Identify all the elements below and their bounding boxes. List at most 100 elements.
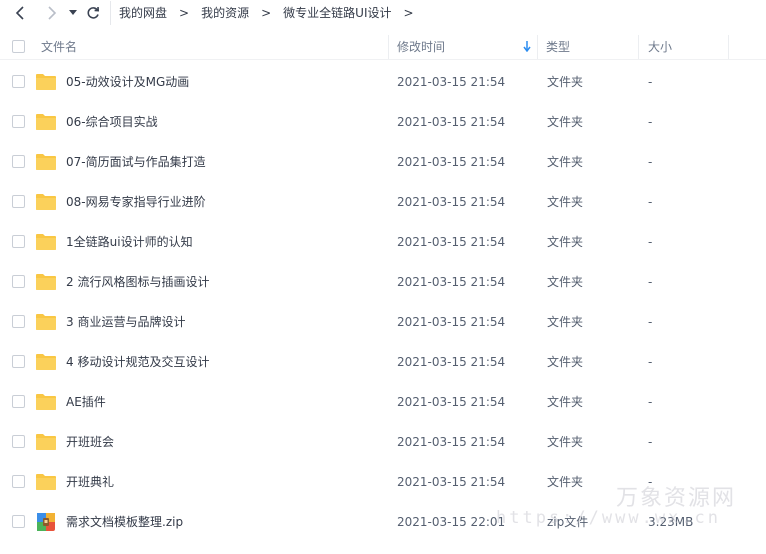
file-type: 文件夹 bbox=[547, 475, 584, 489]
list-item[interactable]: 06-综合项目实战 2021-03-15 21:54 文件夹 - bbox=[0, 102, 766, 142]
file-size: - bbox=[648, 275, 653, 289]
folder-icon bbox=[36, 234, 56, 250]
file-size: - bbox=[648, 195, 653, 209]
file-type: 文件夹 bbox=[547, 155, 584, 169]
row-checkbox[interactable] bbox=[12, 235, 25, 248]
history-dropdown-button[interactable] bbox=[65, 0, 81, 25]
list-item[interactable]: 3 商业运营与品牌设计 2021-03-15 21:54 文件夹 - bbox=[0, 302, 766, 342]
file-type: 文件夹 bbox=[547, 115, 584, 129]
file-mtime: 2021-03-15 21:54 bbox=[397, 315, 506, 329]
caret-down-icon bbox=[69, 9, 77, 15]
row-checkbox[interactable] bbox=[12, 315, 25, 328]
file-size: - bbox=[648, 75, 653, 89]
breadcrumb-separator: > bbox=[403, 5, 414, 20]
folder-icon bbox=[36, 274, 56, 290]
file-size: - bbox=[648, 355, 653, 369]
row-checkbox[interactable] bbox=[12, 395, 25, 408]
file-mtime: 2021-03-15 21:54 bbox=[397, 195, 506, 209]
row-checkbox[interactable] bbox=[12, 435, 25, 448]
chevron-left-icon bbox=[15, 5, 24, 20]
row-checkbox[interactable] bbox=[12, 355, 25, 368]
file-mtime: 2021-03-15 22:01 bbox=[397, 515, 506, 529]
column-header-size-label: 大小 bbox=[648, 40, 673, 54]
file-mtime: 2021-03-15 21:54 bbox=[397, 235, 506, 249]
sort-down-arrow-icon bbox=[523, 41, 531, 52]
column-header-size[interactable]: 大小 bbox=[648, 33, 672, 60]
chevron-right-icon bbox=[48, 5, 57, 20]
folder-icon bbox=[36, 394, 56, 410]
row-checkbox[interactable] bbox=[12, 475, 25, 488]
file-name[interactable]: AE插件 bbox=[66, 382, 106, 422]
file-mtime: 2021-03-15 21:54 bbox=[397, 475, 506, 489]
file-type: 文件夹 bbox=[547, 195, 584, 209]
file-mtime: 2021-03-15 21:54 bbox=[397, 355, 506, 369]
refresh-button[interactable] bbox=[81, 0, 105, 25]
file-name[interactable]: 07-简历面试与作品集打造 bbox=[66, 142, 206, 182]
file-name[interactable]: 开班班会 bbox=[66, 422, 114, 462]
list-item[interactable]: 2 流行风格图标与插画设计 2021-03-15 21:54 文件夹 - bbox=[0, 262, 766, 302]
row-checkbox[interactable] bbox=[12, 115, 25, 128]
file-type: 文件夹 bbox=[547, 315, 584, 329]
folder-icon bbox=[36, 114, 56, 130]
list-item[interactable]: 开班班会 2021-03-15 21:54 文件夹 - bbox=[0, 422, 766, 462]
file-name[interactable]: 06-综合项目实战 bbox=[66, 102, 158, 142]
file-mtime: 2021-03-15 21:54 bbox=[397, 115, 506, 129]
file-name[interactable]: 4 移动设计规范及交互设计 bbox=[66, 342, 209, 382]
file-name[interactable]: 05-动效设计及MG动画 bbox=[66, 62, 189, 102]
breadcrumb-separator: > bbox=[261, 5, 272, 20]
row-checkbox[interactable] bbox=[12, 195, 25, 208]
list-item[interactable]: 05-动效设计及MG动画 2021-03-15 21:54 文件夹 - bbox=[0, 62, 766, 102]
breadcrumb-item-current-folder[interactable]: 微专业全链路UI设计 bbox=[283, 4, 391, 21]
file-name[interactable]: 2 流行风格图标与插画设计 bbox=[66, 262, 209, 302]
file-name[interactable]: 开班典礼 bbox=[66, 462, 114, 502]
column-header-mtime-label: 修改时间 bbox=[397, 40, 446, 54]
select-all-checkbox[interactable] bbox=[12, 40, 25, 53]
back-button[interactable] bbox=[7, 0, 33, 25]
navigation-bar: 我的网盘 > 我的资源 > 微专业全链路UI设计 > bbox=[0, 0, 766, 25]
list-item[interactable]: AE插件 2021-03-15 21:54 文件夹 - bbox=[0, 382, 766, 422]
file-mtime: 2021-03-15 21:54 bbox=[397, 275, 506, 289]
column-divider bbox=[638, 35, 639, 59]
folder-icon bbox=[36, 74, 56, 90]
zip-archive-icon bbox=[37, 513, 55, 531]
file-name[interactable]: 08-网易专家指导行业进阶 bbox=[66, 182, 206, 222]
file-size: - bbox=[648, 315, 653, 329]
column-header-mtime[interactable]: 修改时间 bbox=[397, 33, 535, 60]
breadcrumb: 我的网盘 > 我的资源 > 微专业全链路UI设计 > bbox=[110, 0, 426, 25]
row-checkbox[interactable] bbox=[12, 75, 25, 88]
refresh-icon bbox=[87, 6, 100, 19]
column-header-name-label: 文件名 bbox=[41, 40, 78, 54]
file-type: 文件夹 bbox=[547, 235, 584, 249]
file-type: 文件夹 bbox=[547, 355, 584, 369]
list-item[interactable]: 1全链路ui设计师的认知 2021-03-15 21:54 文件夹 - bbox=[0, 222, 766, 262]
folder-icon bbox=[36, 474, 56, 490]
file-size: - bbox=[648, 395, 653, 409]
breadcrumb-item-my-resources[interactable]: 我的资源 bbox=[201, 4, 249, 21]
list-item[interactable]: 08-网易专家指导行业进阶 2021-03-15 21:54 文件夹 - bbox=[0, 182, 766, 222]
file-size: - bbox=[648, 235, 653, 249]
folder-icon bbox=[36, 434, 56, 450]
column-header-name[interactable]: 文件名 bbox=[41, 33, 77, 60]
file-name[interactable]: 1全链路ui设计师的认知 bbox=[66, 222, 193, 262]
file-size: - bbox=[648, 155, 653, 169]
list-item[interactable]: 4 移动设计规范及交互设计 2021-03-15 21:54 文件夹 - bbox=[0, 342, 766, 382]
file-mtime: 2021-03-15 21:54 bbox=[397, 155, 506, 169]
file-mtime: 2021-03-15 21:54 bbox=[397, 395, 506, 409]
file-name[interactable]: 3 商业运营与品牌设计 bbox=[66, 302, 185, 342]
file-size: - bbox=[648, 435, 653, 449]
breadcrumb-item-my-disk[interactable]: 我的网盘 bbox=[119, 4, 167, 21]
breadcrumb-separator: > bbox=[179, 5, 190, 20]
forward-button[interactable] bbox=[39, 0, 65, 25]
row-checkbox[interactable] bbox=[12, 515, 25, 528]
folder-icon bbox=[36, 354, 56, 370]
file-name[interactable]: 需求文档模板整理.zip bbox=[66, 502, 183, 542]
folder-icon bbox=[36, 194, 56, 210]
row-checkbox[interactable] bbox=[12, 275, 25, 288]
file-type: 文件夹 bbox=[547, 75, 584, 89]
file-size: - bbox=[648, 115, 653, 129]
row-checkbox[interactable] bbox=[12, 155, 25, 168]
column-header-type[interactable]: 类型 bbox=[546, 33, 570, 60]
list-item[interactable]: 07-简历面试与作品集打造 2021-03-15 21:54 文件夹 - bbox=[0, 142, 766, 182]
file-type: 文件夹 bbox=[547, 275, 584, 289]
folder-icon bbox=[36, 154, 56, 170]
